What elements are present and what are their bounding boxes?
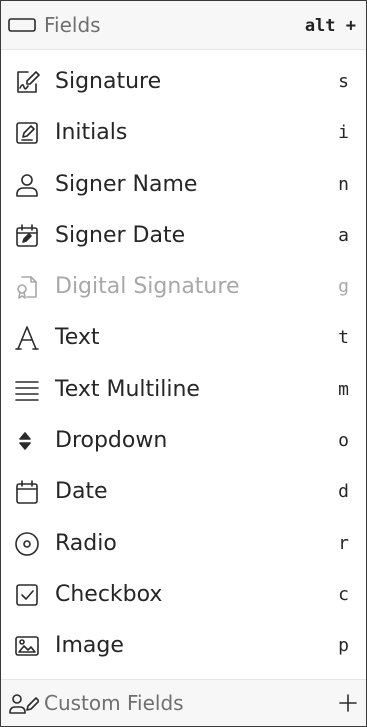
field-item-signer-date[interactable]: Signer Date a bbox=[1, 211, 366, 262]
field-shortcut-key: r bbox=[338, 532, 349, 554]
field-label: Image bbox=[55, 633, 124, 659]
radio-icon bbox=[14, 531, 40, 557]
field-label: Digital Signature bbox=[55, 274, 240, 300]
field-shortcut-key: g bbox=[338, 276, 349, 298]
field-shortcut-key: c bbox=[338, 583, 349, 605]
field-list: Signature s Initials i Signer Name n Sig… bbox=[1, 57, 366, 673]
field-shortcut-key: p bbox=[338, 635, 349, 657]
field-label: Radio bbox=[55, 530, 117, 556]
custom-fields-title: Custom Fields bbox=[44, 691, 184, 715]
field-shortcut-key: t bbox=[338, 327, 349, 349]
field-label: Text Multiline bbox=[55, 376, 200, 402]
select-arrows-icon bbox=[14, 428, 40, 454]
shortcut-hint: alt + bbox=[304, 16, 356, 36]
checkbox-icon bbox=[14, 582, 40, 608]
image-icon bbox=[14, 633, 40, 659]
field-item-image[interactable]: Image p bbox=[1, 621, 366, 672]
field-shortcut-key: i bbox=[338, 122, 349, 144]
field-shortcut-key: m bbox=[338, 378, 349, 400]
field-item-initials[interactable]: Initials i bbox=[1, 108, 366, 159]
field-shortcut-key: d bbox=[338, 481, 349, 503]
field-shortcut-key: a bbox=[338, 224, 349, 246]
field-label: Checkbox bbox=[55, 581, 163, 607]
fields-header: Fields alt + bbox=[1, 1, 366, 50]
field-label: Date bbox=[55, 479, 108, 505]
calendar-icon bbox=[14, 479, 40, 505]
field-item-digital-signature[interactable]: Digital Signature g bbox=[1, 262, 366, 313]
field-shortcut-key: s bbox=[338, 71, 349, 92]
field-item-signature[interactable]: Signature s bbox=[1, 57, 366, 108]
field-label: Signer Date bbox=[55, 222, 186, 248]
lines-icon bbox=[14, 377, 40, 403]
text-a-icon bbox=[14, 325, 40, 351]
field-label: Text bbox=[55, 325, 100, 351]
digital-certificate-icon bbox=[14, 274, 40, 300]
fields-panel: Fields alt + Signature s Initials i Sign… bbox=[0, 0, 367, 727]
field-item-radio[interactable]: Radio r bbox=[1, 519, 366, 570]
plus-icon[interactable] bbox=[337, 692, 359, 714]
field-item-text-multiline[interactable]: Text Multiline m bbox=[1, 365, 366, 416]
field-item-checkbox[interactable]: Checkbox c bbox=[1, 570, 366, 621]
field-label: Dropdown bbox=[55, 428, 168, 454]
fields-title: Fields bbox=[44, 13, 101, 37]
field-item-dropdown[interactable]: Dropdown o bbox=[1, 416, 366, 467]
field-label: Signer Name bbox=[55, 171, 198, 197]
field-shortcut-key: n bbox=[338, 173, 349, 195]
field-item-text[interactable]: Text t bbox=[1, 313, 366, 364]
field-item-date[interactable]: Date d bbox=[1, 467, 366, 518]
field-label: Initials bbox=[55, 120, 128, 146]
field-box-icon bbox=[8, 17, 36, 37]
custom-fields-icon bbox=[9, 692, 40, 718]
field-shortcut-key: o bbox=[338, 430, 349, 452]
custom-fields-bar[interactable]: Custom Fields bbox=[1, 679, 366, 726]
field-item-signer-name[interactable]: Signer Name n bbox=[1, 160, 366, 211]
signature-icon bbox=[14, 69, 40, 95]
pencil-icon bbox=[14, 120, 40, 146]
field-label: Signature bbox=[55, 69, 162, 94]
calendar-edit-icon bbox=[14, 223, 40, 249]
user-icon bbox=[14, 172, 40, 198]
